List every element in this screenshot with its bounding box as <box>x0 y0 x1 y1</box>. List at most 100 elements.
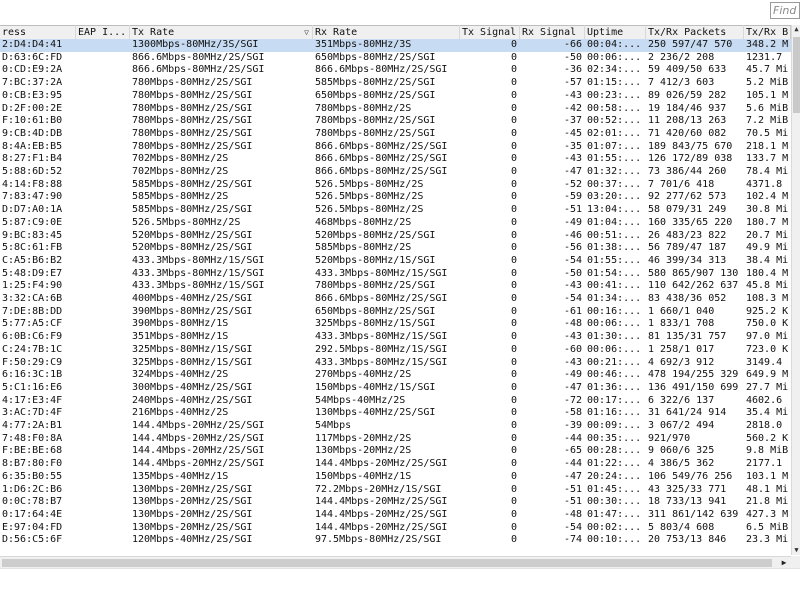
table-row[interactable]: D:63:6C:FD 866.6Mbps-80MHz/2S/SGI 650Mbps-… <box>0 52 791 65</box>
table-row[interactable]: E:97:04:FD 130Mbps-20MHz/2S/SGI 144.4Mbps-… <box>0 522 791 535</box>
table-row[interactable]: F:50:29:C9 325Mbps-80MHz/1S/SGI 433.3Mbps-… <box>0 357 791 370</box>
scroll-right-icon[interactable]: ▶ <box>779 557 789 568</box>
cell-packets: 46 399/34 313 <box>648 254 727 266</box>
horizontal-scrollbar[interactable]: ▶ <box>0 556 791 568</box>
table-row[interactable]: 4:14:F8:88 585Mbps-80MHz/2S/SGI 526.5Mbps-… <box>0 179 791 192</box>
table-row[interactable]: 8:B7:80:F0 144.4Mbps-20MHz/2S/SGI 144.4Mbp… <box>0 458 791 471</box>
table-row[interactable]: C:24:7B:1C 325Mbps-80MHz/1S/SGI 292.5Mbps-… <box>0 344 791 357</box>
table-row[interactable]: 2:D4:D4:41 1300Mbps-80MHz/3S/SGI 351Mbps-8… <box>0 39 791 52</box>
table-row[interactable]: 3:AC:7D:4F 216Mbps-40MHz/2S 130Mbps-40MHz/… <box>0 407 791 420</box>
table-row[interactable]: 7:83:47:90 585Mbps-80MHz/2S 526.5Mbps-80MH… <box>0 191 791 204</box>
column-header-tx_rate[interactable]: Tx Rate ▽ <box>130 26 313 39</box>
table-row[interactable]: 3:32:CA:6B 400Mbps-40MHz/2S/SGI 866.6Mbps-… <box>0 293 791 306</box>
cell-bytes: 925.2 K <box>746 305 789 317</box>
table-row[interactable]: 7:BC:37:2A 780Mbps-80MHz/2S/SGI 585Mbps-80… <box>0 77 791 90</box>
table-row[interactable]: 5:88:6D:52 702Mbps-80MHz/2S 866.6Mbps-80MH… <box>0 166 791 179</box>
column-header-eap[interactable]: EAP I... <box>76 26 130 39</box>
column-header-rx_signal[interactable]: Rx Signal <box>520 26 585 39</box>
cell-mac: 5:87:C9:0E <box>2 216 63 228</box>
table-row[interactable]: 0:CB:E3:95 780Mbps-80MHz/2S/SGI 650Mbps-80… <box>0 90 791 103</box>
cell-uptime: 02:34:... <box>587 64 642 76</box>
table-row[interactable]: 0:17:64:4E 130Mbps-20MHz/2S/SGI 144.4Mbps-… <box>0 509 791 522</box>
table-row[interactable]: 1:25:F4:90 433.3Mbps-80MHz/1S/SGI 780Mbps-… <box>0 280 791 293</box>
cell-tx_signal: 0 <box>510 102 517 114</box>
table-row[interactable]: 8:27:F1:B4 702Mbps-80MHz/2S 866.6Mbps-80MH… <box>0 153 791 166</box>
cell-tx_signal: 0 <box>510 153 517 165</box>
table-row[interactable]: C:A5:B6:B2 433.3Mbps-80MHz/1S/SGI 520Mbps-… <box>0 255 791 268</box>
table-row[interactable]: 1:D6:2C:B6 130Mbps-20MHz/2S/SGI 72.2Mbps-2… <box>0 484 791 497</box>
table-row[interactable]: 5:C1:16:E6 300Mbps-40MHz/2S/SGI 150Mbps-40… <box>0 382 791 395</box>
cell-packets: 189 843/75 670 <box>648 140 733 152</box>
table-row[interactable]: D:D7:A0:1A 585Mbps-80MHz/2S/SGI 526.5Mbps-… <box>0 204 791 217</box>
cell-packets: 73 386/44 260 <box>648 166 727 177</box>
column-header-uptime[interactable]: Uptime <box>585 26 646 39</box>
cell-tx_rate: 780Mbps-80MHz/2S/SGI <box>132 140 253 152</box>
cell-rx_signal: -35 <box>563 140 582 152</box>
cell-tx_rate: 433.3Mbps-80MHz/1S/SGI <box>132 280 265 292</box>
cell-uptime: 00:35:... <box>587 432 642 444</box>
cell-rx_rate: 292.5Mbps-80MHz/1S/SGI <box>315 343 448 355</box>
cell-rx_rate: 130Mbps-20MHz/2S <box>315 445 412 457</box>
scrollbar-corner <box>791 556 800 568</box>
column-header-tx_signal[interactable]: Tx Signal <box>460 26 520 39</box>
table-row[interactable]: 5:8C:61:FB 520Mbps-80MHz/2S/SGI 585Mbps-80… <box>0 242 791 255</box>
table-row[interactable]: 4:77:2A:B1 144.4Mbps-20MHz/2S/SGI 54Mbps 0 -… <box>0 420 791 433</box>
cell-eap <box>76 242 130 255</box>
find-input[interactable]: Find <box>770 2 800 19</box>
cell-tx_signal: 0 <box>510 407 517 419</box>
cell-tx_signal: 0 <box>510 267 517 279</box>
cell-rx_rate: 520Mbps-80MHz/2S/SGI <box>315 229 436 241</box>
table-row[interactable]: 0:0C:78:B7 130Mbps-20MHz/2S/SGI 144.4Mbps-… <box>0 496 791 509</box>
cell-rx_rate: 866.6Mbps-80MHz/2S/SGI <box>315 293 448 304</box>
cell-mac: D:63:6C:FD <box>2 51 63 63</box>
cell-uptime: 01:55:... <box>587 254 642 266</box>
column-header-mac[interactable]: ress <box>0 26 76 39</box>
cell-tx_rate: 324Mbps-40MHz/2S <box>132 369 229 381</box>
cell-packets: 6 322/6 137 <box>648 394 715 406</box>
cell-eap <box>76 103 130 116</box>
cell-rx_signal: -52 <box>563 178 582 190</box>
table-row[interactable]: 5:87:C9:0E 526.5Mbps-80MHz/2S 468Mbps-80MH… <box>0 217 791 230</box>
table-row[interactable]: 6:0B:C6:F9 351Mbps-80MHz/1S 433.3Mbps-80MH… <box>0 331 791 344</box>
vertical-scrollbar[interactable]: ▲ ▼ <box>791 25 800 555</box>
cell-tx_rate: 216Mbps-40MHz/2S <box>132 407 229 419</box>
cell-rx_rate: 130Mbps-40MHz/2S/SGI <box>315 407 436 419</box>
cell-tx_signal: 0 <box>510 420 517 431</box>
vertical-scroll-thumb[interactable] <box>793 37 800 113</box>
horizontal-scroll-thumb[interactable] <box>2 559 772 567</box>
column-header-packets[interactable]: Tx/Rx Packets <box>646 26 744 39</box>
cell-rx_signal: -51 <box>563 204 582 216</box>
column-header-bytes[interactable]: Tx/Rx B <box>744 26 791 39</box>
table-row[interactable]: 6:35:B0:55 135Mbps-40MHz/1S 150Mbps-40MHz/… <box>0 471 791 484</box>
table-row[interactable]: 5:77:A5:CF 390Mbps-80MHz/1S 325Mbps-80MHz/… <box>0 318 791 331</box>
table-row[interactable]: 6:16:3C:1B 324Mbps-40MHz/2S 270Mbps-40MHz/… <box>0 369 791 382</box>
cell-rx_signal: -43 <box>563 280 582 292</box>
scroll-up-icon[interactable]: ▲ <box>792 25 800 34</box>
cell-bytes: 102.4 M <box>746 191 789 203</box>
cell-tx_rate: 433.3Mbps-80MHz/1S/SGI <box>132 267 265 279</box>
table-row[interactable]: D:56:C5:6F 120Mbps-40MHz/2S/SGI 97.5Mbps-8… <box>0 534 791 547</box>
table-row[interactable]: F:BE:BE:68 144.4Mbps-20MHz/2S/SGI 130Mbps-… <box>0 445 791 458</box>
cell-tx_signal: 0 <box>510 204 517 216</box>
cell-bytes: 2177.1 <box>746 458 783 470</box>
table-row[interactable]: 4:17:E3:4F 240Mbps-40MHz/2S/SGI 54Mbps-40M… <box>0 395 791 408</box>
cell-rx_rate: 54Mbps-40MHz/2S <box>315 394 406 406</box>
table-row[interactable]: 7:DE:8B:DD 390Mbps-80MHz/2S/SGI 650Mbps-80… <box>0 306 791 319</box>
table-row[interactable]: 0:CD:E9:2A 866.6Mbps-80MHz/2S/SGI 866.6Mbp… <box>0 64 791 77</box>
table-row[interactable]: 8:4A:EB:B5 780Mbps-80MHz/2S/SGI 866.6Mbps-… <box>0 141 791 154</box>
cell-mac: 6:0B:C6:F9 <box>2 331 63 343</box>
table-row[interactable]: 7:48:F0:8A 144.4Mbps-20MHz/2S/SGI 117Mbps-… <box>0 433 791 446</box>
cell-bytes: 35.4 Mi <box>746 407 789 419</box>
cell-packets: 19 184/46 937 <box>648 102 727 114</box>
cell-packets: 2 236/2 208 <box>648 51 715 63</box>
table-row[interactable]: D:2F:00:2E 780Mbps-80MHz/2S/SGI 780Mbps-80… <box>0 103 791 116</box>
column-header-rx_rate[interactable]: Rx Rate <box>313 26 460 39</box>
table-row[interactable]: 9:CB:4D:DB 780Mbps-80MHz/2S/SGI 780Mbps-80… <box>0 128 791 141</box>
scroll-down-icon[interactable]: ▼ <box>792 546 800 555</box>
table-row[interactable]: F:10:61:B0 780Mbps-80MHz/2S/SGI 780Mbps-80… <box>0 115 791 128</box>
table-row[interactable]: 5:48:D9:E7 433.3Mbps-80MHz/1S/SGI 433.3Mbp… <box>0 268 791 281</box>
table-row[interactable]: 9:BC:83:45 520Mbps-80MHz/2S/SGI 520Mbps-80… <box>0 230 791 243</box>
cell-rx_rate: 433.3Mbps-80MHz/1S/SGI <box>315 267 448 279</box>
cell-uptime: 00:51:... <box>587 229 642 241</box>
cell-rx_signal: -56 <box>563 242 582 254</box>
